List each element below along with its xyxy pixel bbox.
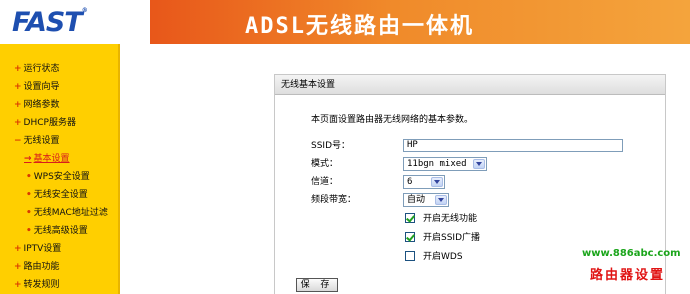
ssid-label: SSID号： <box>311 141 351 151</box>
banner: ADSL无线路由一体机 <box>150 0 690 44</box>
sidebar-item-label: IPTV设置 <box>23 244 62 254</box>
sidebar-item-routing[interactable]: + 路由功能 <box>14 260 60 274</box>
ssid-broadcast-label: 开启SSID广播 <box>423 233 481 243</box>
bullet-icon: + <box>14 118 22 128</box>
ssid-input[interactable]: HP <box>403 139 623 152</box>
banner-title: ADSL无线路由一体机 <box>245 14 474 39</box>
sidebar-item-label: 路由功能 <box>23 262 60 272</box>
wireless-enable-checkbox[interactable] <box>405 212 415 223</box>
sidebar-item-wireless-security[interactable]: • 无线安全设置 <box>26 188 88 202</box>
sidebar-item-label: 网络参数 <box>23 100 60 110</box>
bullet-icon: • <box>26 190 32 200</box>
header: FAST® ADSL无线路由一体机 <box>0 0 690 44</box>
panel-description: 本页面设置路由器无线网络的基本参数。 <box>311 115 474 125</box>
sidebar-item-label: 设置向导 <box>23 82 60 92</box>
sidebar-item-status[interactable]: + 运行状态 <box>14 62 60 76</box>
bullet-icon: • <box>26 226 32 236</box>
bandwidth-value: 自动 <box>407 195 426 205</box>
sidebar-item-iptv[interactable]: + IPTV设置 <box>14 242 61 256</box>
sidebar-item-forwarding[interactable]: + 转发规则 <box>14 278 60 292</box>
bullet-icon: + <box>14 262 22 272</box>
chevron-down-icon <box>473 159 485 169</box>
bullet-icon: + <box>14 244 22 254</box>
mode-label: 模式： <box>311 159 339 169</box>
sidebar-item-label: 无线MAC地址过滤 <box>33 208 108 218</box>
sidebar-item-dhcp[interactable]: + DHCP服务器 <box>14 116 76 130</box>
save-button[interactable]: 保 存 <box>296 278 338 292</box>
sidebar-item-label: 无线设置 <box>23 136 60 146</box>
channel-select[interactable]: 6 <box>403 175 445 189</box>
wireless-enable-label: 开启无线功能 <box>423 214 478 224</box>
sidebar: + 运行状态 + 设置向导 + 网络参数 + DHCP服务器 − 无线设置 → 基本设置 •… <box>0 44 120 294</box>
sidebar-item-wireless-advanced[interactable]: • 无线高级设置 <box>26 224 88 238</box>
settings-panel: 无线基本设置 本页面设置路由器无线网络的基本参数。 SSID号： HP 模式： … <box>274 74 666 294</box>
channel-value: 6 <box>407 177 413 187</box>
chevron-down-icon <box>431 177 443 187</box>
bullet-icon: + <box>14 64 22 74</box>
wireless-enable-row: 开启无线功能 <box>405 212 477 226</box>
logo: FAST® <box>12 7 88 38</box>
bandwidth-select[interactable]: 自动 <box>403 193 449 207</box>
sidebar-item-label: 转发规则 <box>23 280 60 290</box>
sidebar-item-label: 基本设置 <box>33 154 70 164</box>
sidebar-item-label: 无线高级设置 <box>33 226 88 236</box>
bullet-icon: • <box>26 172 32 182</box>
registered-mark: ® <box>81 7 88 14</box>
mode-select[interactable]: 11bgn mixed <box>403 157 487 171</box>
sidebar-item-mac-filter[interactable]: • 无线MAC地址过滤 <box>26 206 108 220</box>
wds-label: 开启WDS <box>423 252 463 262</box>
wds-row: 开启WDS <box>405 250 463 264</box>
logo-text: FAST <box>12 7 83 38</box>
bandwidth-label: 频段带宽： <box>311 195 357 205</box>
sidebar-item-wizard[interactable]: + 设置向导 <box>14 80 60 94</box>
mode-value: 11bgn mixed <box>407 159 467 169</box>
wds-checkbox[interactable] <box>405 250 415 261</box>
chevron-down-icon <box>435 195 447 205</box>
ssid-broadcast-row: 开启SSID广播 <box>405 231 480 245</box>
sidebar-item-network[interactable]: + 网络参数 <box>14 98 60 112</box>
watermark-text: 路由器设置 <box>590 268 666 283</box>
bullet-icon: • <box>26 208 32 218</box>
arrow-icon: → <box>24 154 32 164</box>
panel-title: 无线基本设置 <box>275 75 665 95</box>
sidebar-item-label: WPS安全设置 <box>33 172 90 182</box>
bullet-icon: + <box>14 100 22 110</box>
sidebar-item-label: 运行状态 <box>23 64 60 74</box>
sidebar-item-wps[interactable]: • WPS安全设置 <box>26 170 90 184</box>
sidebar-item-wireless[interactable]: − 无线设置 <box>14 134 60 148</box>
channel-label: 信道： <box>311 177 339 187</box>
bullet-icon: + <box>14 280 22 290</box>
sidebar-item-label: DHCP服务器 <box>23 118 76 128</box>
logo-area: FAST® <box>0 0 150 44</box>
collapse-icon: − <box>14 136 22 146</box>
watermark-url: www.886abc.com <box>582 248 681 259</box>
bullet-icon: + <box>14 82 22 92</box>
sidebar-item-label: 无线安全设置 <box>33 190 88 200</box>
sidebar-item-basic-settings[interactable]: → 基本设置 <box>24 152 70 166</box>
ssid-broadcast-checkbox[interactable] <box>405 231 415 242</box>
